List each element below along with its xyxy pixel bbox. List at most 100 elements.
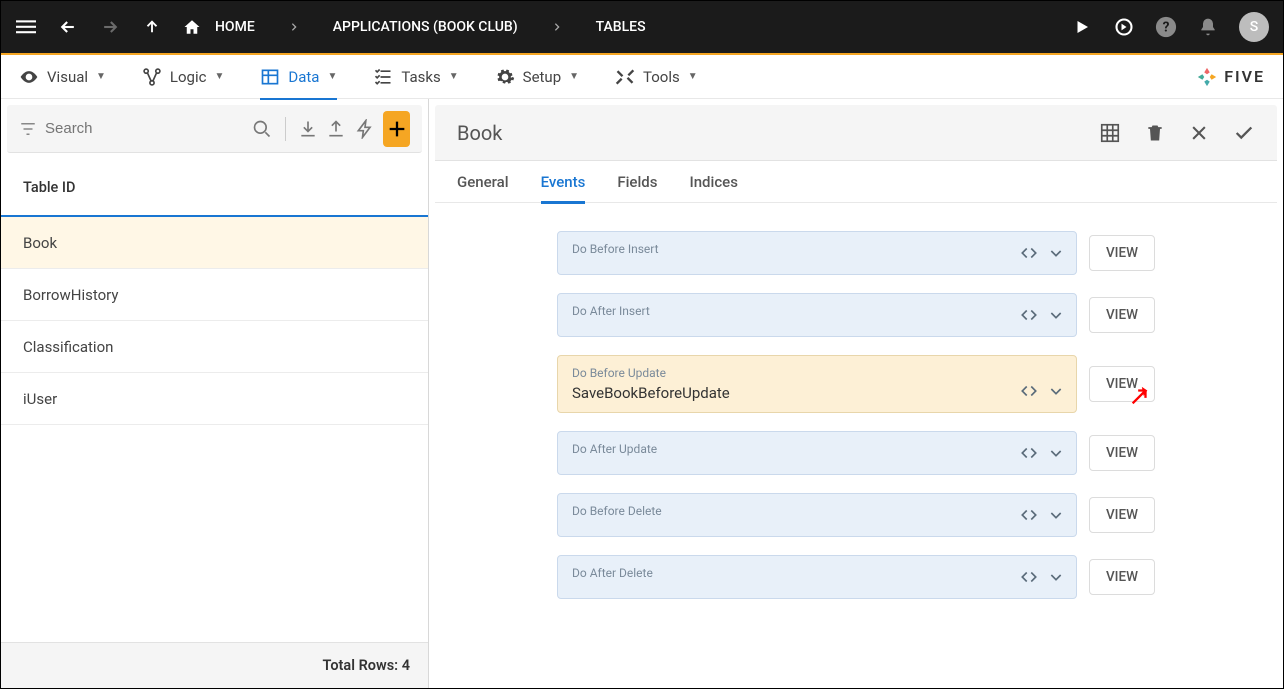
tab-events[interactable]: Events [541,161,586,203]
view-button[interactable]: VIEW [1089,366,1155,402]
row-label: Classification [23,338,113,356]
divider [285,117,286,141]
event-row: Do After Insert VIEW [451,293,1261,337]
table-row-iuser[interactable]: iUser [1,373,428,425]
bell-icon[interactable] [1197,16,1219,38]
nav-tools[interactable]: Tools ▼ [615,55,698,99]
export-icon[interactable] [326,115,347,143]
nav-label: Setup [523,68,561,86]
tab-label: General [457,173,509,191]
tab-fields[interactable]: Fields [617,161,657,203]
tab-general[interactable]: General [457,161,509,203]
dropdown-icon: ▼ [214,71,224,82]
tasks-icon [373,67,393,87]
view-button[interactable]: VIEW [1089,435,1155,471]
search-input[interactable] [45,120,244,137]
nav-data[interactable]: Data ▼ [260,55,337,99]
chevron-right-icon [289,22,299,32]
row-label: Book [23,234,57,252]
nav-tasks[interactable]: Tasks ▼ [373,55,458,99]
event-do-after-update[interactable]: Do After Update [557,431,1077,475]
play-icon[interactable] [1071,16,1093,38]
breadcrumb-label: APPLICATIONS (BOOK CLUB) [333,19,518,35]
nav-label: Tools [643,68,680,86]
breadcrumb-apps[interactable]: APPLICATIONS (BOOK CLUB) [333,19,518,35]
tab-indices[interactable]: Indices [689,161,737,203]
search-icon[interactable] [252,115,273,143]
event-do-before-insert[interactable]: Do Before Insert [557,231,1077,275]
breadcrumb-tables[interactable]: TABLES [596,19,646,35]
check-icon[interactable] [1233,122,1255,144]
table-row-classification[interactable]: Classification [1,321,428,373]
view-button[interactable]: VIEW [1089,497,1155,533]
lightning-icon[interactable] [355,115,376,143]
event-do-before-delete[interactable]: Do Before Delete [557,493,1077,537]
code-icon[interactable] [1020,568,1038,586]
column-header-label: Table ID [23,179,76,196]
brand-text: FIVE [1224,67,1265,86]
avatar[interactable]: S [1239,12,1269,42]
back-icon[interactable] [57,16,79,38]
chevron-down-icon[interactable] [1048,445,1064,461]
topbar: HOME APPLICATIONS (BOOK CLUB) TABLES ? S [1,1,1283,53]
help-icon[interactable]: ? [1155,16,1177,38]
code-icon[interactable] [1020,306,1038,324]
event-label: Do Before Update [572,366,1062,380]
sidebar: Table ID Book BorrowHistory Classificati… [1,99,429,688]
trash-icon[interactable] [1145,123,1165,143]
chevron-down-icon[interactable] [1048,383,1064,399]
chevron-down-icon[interactable] [1048,507,1064,523]
grid-view-icon[interactable] [1099,122,1121,144]
deploy-icon[interactable] [1113,16,1135,38]
view-button[interactable]: VIEW [1089,235,1155,271]
code-icon[interactable] [1020,506,1038,524]
code-icon[interactable] [1020,244,1038,262]
chevron-down-icon[interactable] [1048,569,1064,585]
add-button[interactable] [383,111,410,147]
dropdown-icon: ▼ [688,71,698,82]
row-label: BorrowHistory [23,286,118,304]
event-do-after-insert[interactable]: Do After Insert [557,293,1077,337]
eye-icon [19,67,39,87]
filter-icon[interactable] [19,120,37,138]
breadcrumb-label: TABLES [596,19,646,35]
event-do-after-delete[interactable]: Do After Delete [557,555,1077,599]
view-button[interactable]: VIEW [1089,559,1155,595]
view-label: VIEW [1106,245,1138,261]
nav-visual[interactable]: Visual ▼ [19,55,106,99]
event-row: Do Before Insert VIEW [451,231,1261,275]
table-row-borrowhistory[interactable]: BorrowHistory [1,269,428,321]
nav-logic[interactable]: Logic ▼ [142,55,224,99]
secondary-nav: Visual ▼ Logic ▼ Data ▼ Tasks ▼ Setup ▼ … [1,55,1283,99]
up-icon[interactable] [141,16,163,38]
svg-text:?: ? [1163,20,1170,36]
chevron-down-icon[interactable] [1048,245,1064,261]
close-icon[interactable] [1189,123,1209,143]
tabbar: General Events Fields Indices [435,161,1277,203]
total-rows-label: Total Rows: 4 [323,657,410,674]
hamburger-icon[interactable] [15,16,37,38]
view-button[interactable]: VIEW [1089,297,1155,333]
column-header[interactable]: Table ID [1,159,428,217]
table-row-book[interactable]: Book [1,217,428,269]
events-area: Do Before Insert VIEW Do After Insert [429,203,1283,688]
event-value: SaveBookBeforeUpdate [572,384,1062,402]
sidebar-toolbar [7,105,422,153]
tab-label: Fields [617,173,657,191]
event-label: Do After Update [572,442,1062,456]
logic-icon [142,67,162,87]
import-icon[interactable] [297,115,318,143]
breadcrumb-home[interactable]: HOME [183,18,255,36]
forward-icon [99,16,121,38]
table-list: Book BorrowHistory Classification iUser [1,217,428,642]
nav-label: Tasks [401,68,440,86]
main: Table ID Book BorrowHistory Classificati… [1,99,1283,688]
code-icon[interactable] [1020,444,1038,462]
event-do-before-update[interactable]: Do Before Update SaveBookBeforeUpdate [557,355,1077,413]
code-icon[interactable] [1020,382,1038,400]
dropdown-icon: ▼ [569,71,579,82]
chevron-down-icon[interactable] [1048,307,1064,323]
dropdown-icon: ▼ [449,71,459,82]
view-label: VIEW [1106,307,1138,323]
nav-setup[interactable]: Setup ▼ [495,55,579,99]
